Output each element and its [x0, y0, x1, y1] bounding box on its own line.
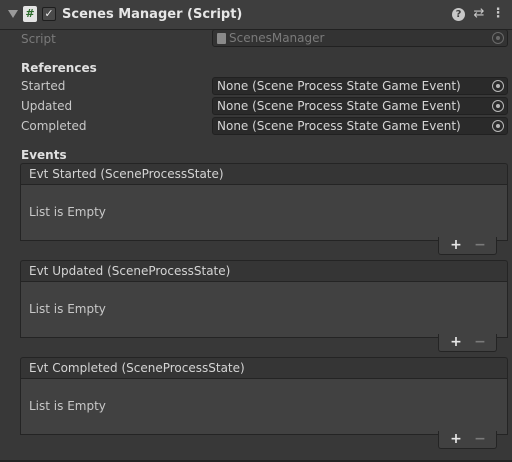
started-picker-icon[interactable] [492, 80, 504, 92]
evt-updated-remove-button[interactable]: − [471, 334, 489, 350]
evt-started-body: List is Empty [20, 184, 508, 241]
evt-started-footer: + − [438, 237, 497, 255]
sliders-icon[interactable]: ⇄ [471, 6, 487, 22]
completed-field-value: None (Scene Process State Game Event) [217, 119, 461, 133]
evt-updated-body: List is Empty [20, 281, 508, 338]
foldout-arrow-icon[interactable] [8, 10, 18, 18]
script-picker-icon [492, 32, 504, 44]
evt-completed-footer: + − [438, 431, 497, 449]
references-heading: References [21, 61, 97, 75]
evt-started-add-button[interactable]: + [447, 237, 465, 253]
updated-label: Updated [21, 99, 73, 113]
evt-updated-header: Evt Updated (SceneProcessState) [20, 260, 508, 282]
enabled-checkbox[interactable]: ✓ [42, 7, 56, 21]
evt-started-header: Evt Started (SceneProcessState) [20, 163, 508, 185]
updated-field-value: None (Scene Process State Game Event) [217, 99, 461, 113]
started-field[interactable]: None (Scene Process State Game Event) [212, 77, 508, 95]
evt-started-remove-button[interactable]: − [471, 237, 489, 253]
updated-picker-icon[interactable] [492, 100, 504, 112]
completed-picker-icon[interactable] [492, 120, 504, 132]
completed-label: Completed [21, 119, 87, 133]
evt-updated-footer: + − [438, 334, 497, 352]
evt-completed-add-button[interactable]: + [447, 431, 465, 447]
started-field-value: None (Scene Process State Game Event) [217, 79, 461, 93]
started-label: Started [21, 79, 66, 93]
component-title: Scenes Manager (Script) [62, 7, 243, 22]
updated-field[interactable]: None (Scene Process State Game Event) [212, 97, 508, 115]
events-heading: Events [21, 148, 67, 162]
help-icon[interactable]: ? [452, 8, 465, 21]
script-icon: # [23, 6, 37, 22]
evt-completed-body: List is Empty [20, 378, 508, 435]
script-file-icon [217, 33, 226, 44]
evt-completed-remove-button[interactable]: − [471, 431, 489, 447]
script-field-value: ScenesManager [229, 31, 325, 45]
script-field: ScenesManager [212, 29, 508, 47]
evt-updated-add-button[interactable]: + [447, 334, 465, 350]
kebab-menu-icon[interactable]: ⋮ [490, 6, 506, 22]
script-label: Script [21, 32, 56, 46]
evt-completed-header: Evt Completed (SceneProcessState) [20, 357, 508, 379]
completed-field[interactable]: None (Scene Process State Game Event) [212, 117, 508, 135]
